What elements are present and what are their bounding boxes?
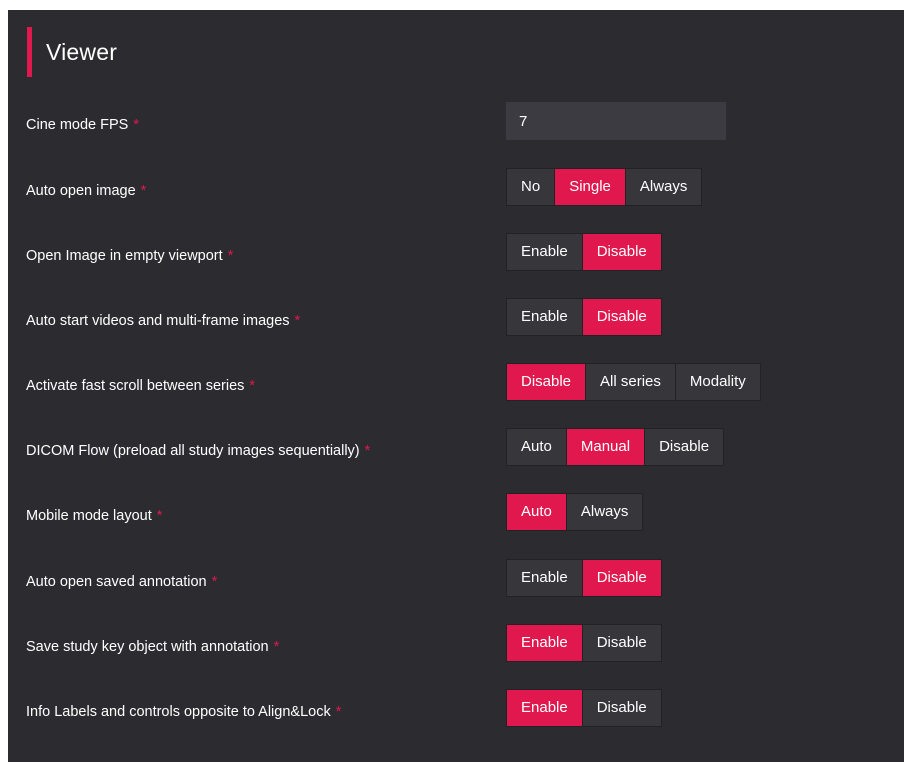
section-title: Viewer	[46, 38, 118, 65]
option-enable-button[interactable]: Enable	[507, 299, 582, 335]
option-all-series-button[interactable]: All series	[586, 364, 675, 400]
option-enable-button[interactable]: Enable	[507, 560, 582, 596]
option-group: Enable Disable	[506, 559, 662, 597]
required-marker: *	[211, 574, 218, 590]
setting-label-text: Auto open saved annotation	[26, 574, 207, 590]
setting-row-save-study-key-object-with-annotation: Save study key object with annotation * En…	[8, 624, 904, 678]
setting-row-info-labels-and-controls-opposite-to-align-lock: Info Labels and controls opposite to Ali…	[8, 689, 904, 743]
segmented-control: Enable Disable	[506, 559, 662, 597]
viewer-settings-panel: Viewer Cine mode FPS*Auto open image*NoS…	[8, 10, 904, 762]
required-marker: *	[335, 704, 342, 720]
required-marker: *	[133, 117, 140, 133]
option-disable-button[interactable]: Disable	[582, 560, 661, 596]
segmented-control: Enable Disable	[506, 624, 662, 662]
option-disable-button[interactable]: Disable	[582, 234, 661, 270]
option-single-button[interactable]: Single	[555, 169, 625, 205]
setting-label-text: Open Image in empty viewport	[26, 248, 223, 264]
setting-row-auto-open-image: Auto open image * No Single Always	[8, 168, 904, 222]
option-group: No Single Always	[506, 168, 703, 206]
option-always-button[interactable]: Always	[566, 494, 643, 530]
setting-row-dicom-flow-preload-all-study-images-sequentially: DICOM Flow (preload all study images seq…	[8, 428, 904, 482]
option-manual-button[interactable]: Manual	[566, 429, 645, 465]
option-group: Auto Always	[506, 493, 644, 531]
setting-label: Mobile mode layout *	[26, 507, 162, 525]
segmented-control: Auto Manual Disable	[506, 428, 725, 466]
setting-label: Auto start videos and multi-frame images…	[26, 312, 300, 330]
setting-row-mobile-mode-layout: Mobile mode layout * Auto Always	[8, 493, 904, 547]
setting-label-text: Info Labels and controls opposite to Ali…	[26, 704, 331, 720]
segmented-control: Auto Always	[506, 493, 644, 531]
required-marker: *	[227, 248, 234, 264]
option-group: Enable Disable	[506, 624, 662, 662]
required-marker: *	[249, 378, 256, 394]
segmented-control: Enable Disable	[506, 298, 662, 336]
option-auto-button[interactable]: Auto	[507, 494, 566, 530]
setting-label: Open Image in empty viewport *	[26, 247, 233, 265]
setting-label: Save study key object with annotation *	[26, 638, 279, 656]
section-header: Viewer	[27, 27, 117, 77]
option-disable-button[interactable]: Disable	[582, 625, 661, 661]
setting-label-text: Auto start videos and multi-frame images	[26, 313, 290, 329]
setting-label-text: Activate fast scroll between series	[26, 378, 245, 394]
setting-label-text: Cine mode FPS	[26, 117, 129, 133]
option-enable-button[interactable]: Enable	[507, 234, 582, 270]
setting-label-text: Auto open image	[26, 183, 136, 199]
option-no-button[interactable]: No	[507, 169, 555, 205]
option-group: Enable Disable	[506, 233, 662, 271]
required-marker: *	[156, 508, 163, 524]
setting-label: Cine mode FPS *	[26, 116, 139, 134]
required-marker: *	[140, 183, 147, 199]
cine-fps-input[interactable]	[506, 102, 726, 140]
setting-label-text: DICOM Flow (preload all study images seq…	[26, 443, 360, 459]
segmented-control: Enable Disable	[506, 689, 662, 727]
segmented-control: No Single Always	[506, 168, 703, 206]
setting-row-open-image-in-empty-viewport: Open Image in empty viewport * Enable Disab…	[8, 233, 904, 287]
option-group: Enable Disable	[506, 298, 662, 336]
setting-label: Auto open image *	[26, 182, 146, 200]
option-group: Enable Disable	[506, 689, 662, 727]
fps-input-wrapper	[506, 102, 726, 140]
option-always-button[interactable]: Always	[625, 169, 702, 205]
required-marker: *	[273, 639, 280, 655]
option-group: Auto Manual Disable	[506, 428, 725, 466]
option-disable-button[interactable]: Disable	[582, 299, 661, 335]
required-marker: *	[364, 443, 371, 459]
option-disable-button[interactable]: Disable	[582, 690, 661, 726]
segmented-control: Enable Disable	[506, 233, 662, 271]
setting-row-auto-start-videos-and-multi-frame-images: Auto start videos and multi-frame images…	[8, 298, 904, 352]
option-modality-button[interactable]: Modality	[675, 364, 760, 400]
setting-label: Activate fast scroll between series *	[26, 377, 255, 395]
section-accent-bar	[27, 27, 32, 77]
segmented-control: Disable All series Modality	[506, 363, 761, 401]
setting-row-auto-open-saved-annotation: Auto open saved annotation * Enable Disable	[8, 559, 904, 613]
setting-label: Auto open saved annotation *	[26, 573, 217, 591]
setting-row-cine-mode-fps: Cine mode FPS *	[8, 102, 904, 156]
option-disable-button[interactable]: Disable	[645, 429, 724, 465]
option-enable-button[interactable]: Enable	[507, 625, 582, 661]
setting-label-text: Save study key object with annotation	[26, 639, 269, 655]
setting-label: Info Labels and controls opposite to Ali…	[26, 703, 341, 721]
setting-label-text: Mobile mode layout	[26, 508, 152, 524]
setting-row-activate-fast-scroll-between-series: Activate fast scroll between series * Disa…	[8, 363, 904, 417]
required-marker: *	[294, 313, 301, 329]
option-disable-button[interactable]: Disable	[507, 364, 586, 400]
option-auto-button[interactable]: Auto	[507, 429, 566, 465]
option-enable-button[interactable]: Enable	[507, 690, 582, 726]
setting-label: DICOM Flow (preload all study images seq…	[26, 442, 370, 460]
option-group: Disable All series Modality	[506, 363, 761, 401]
